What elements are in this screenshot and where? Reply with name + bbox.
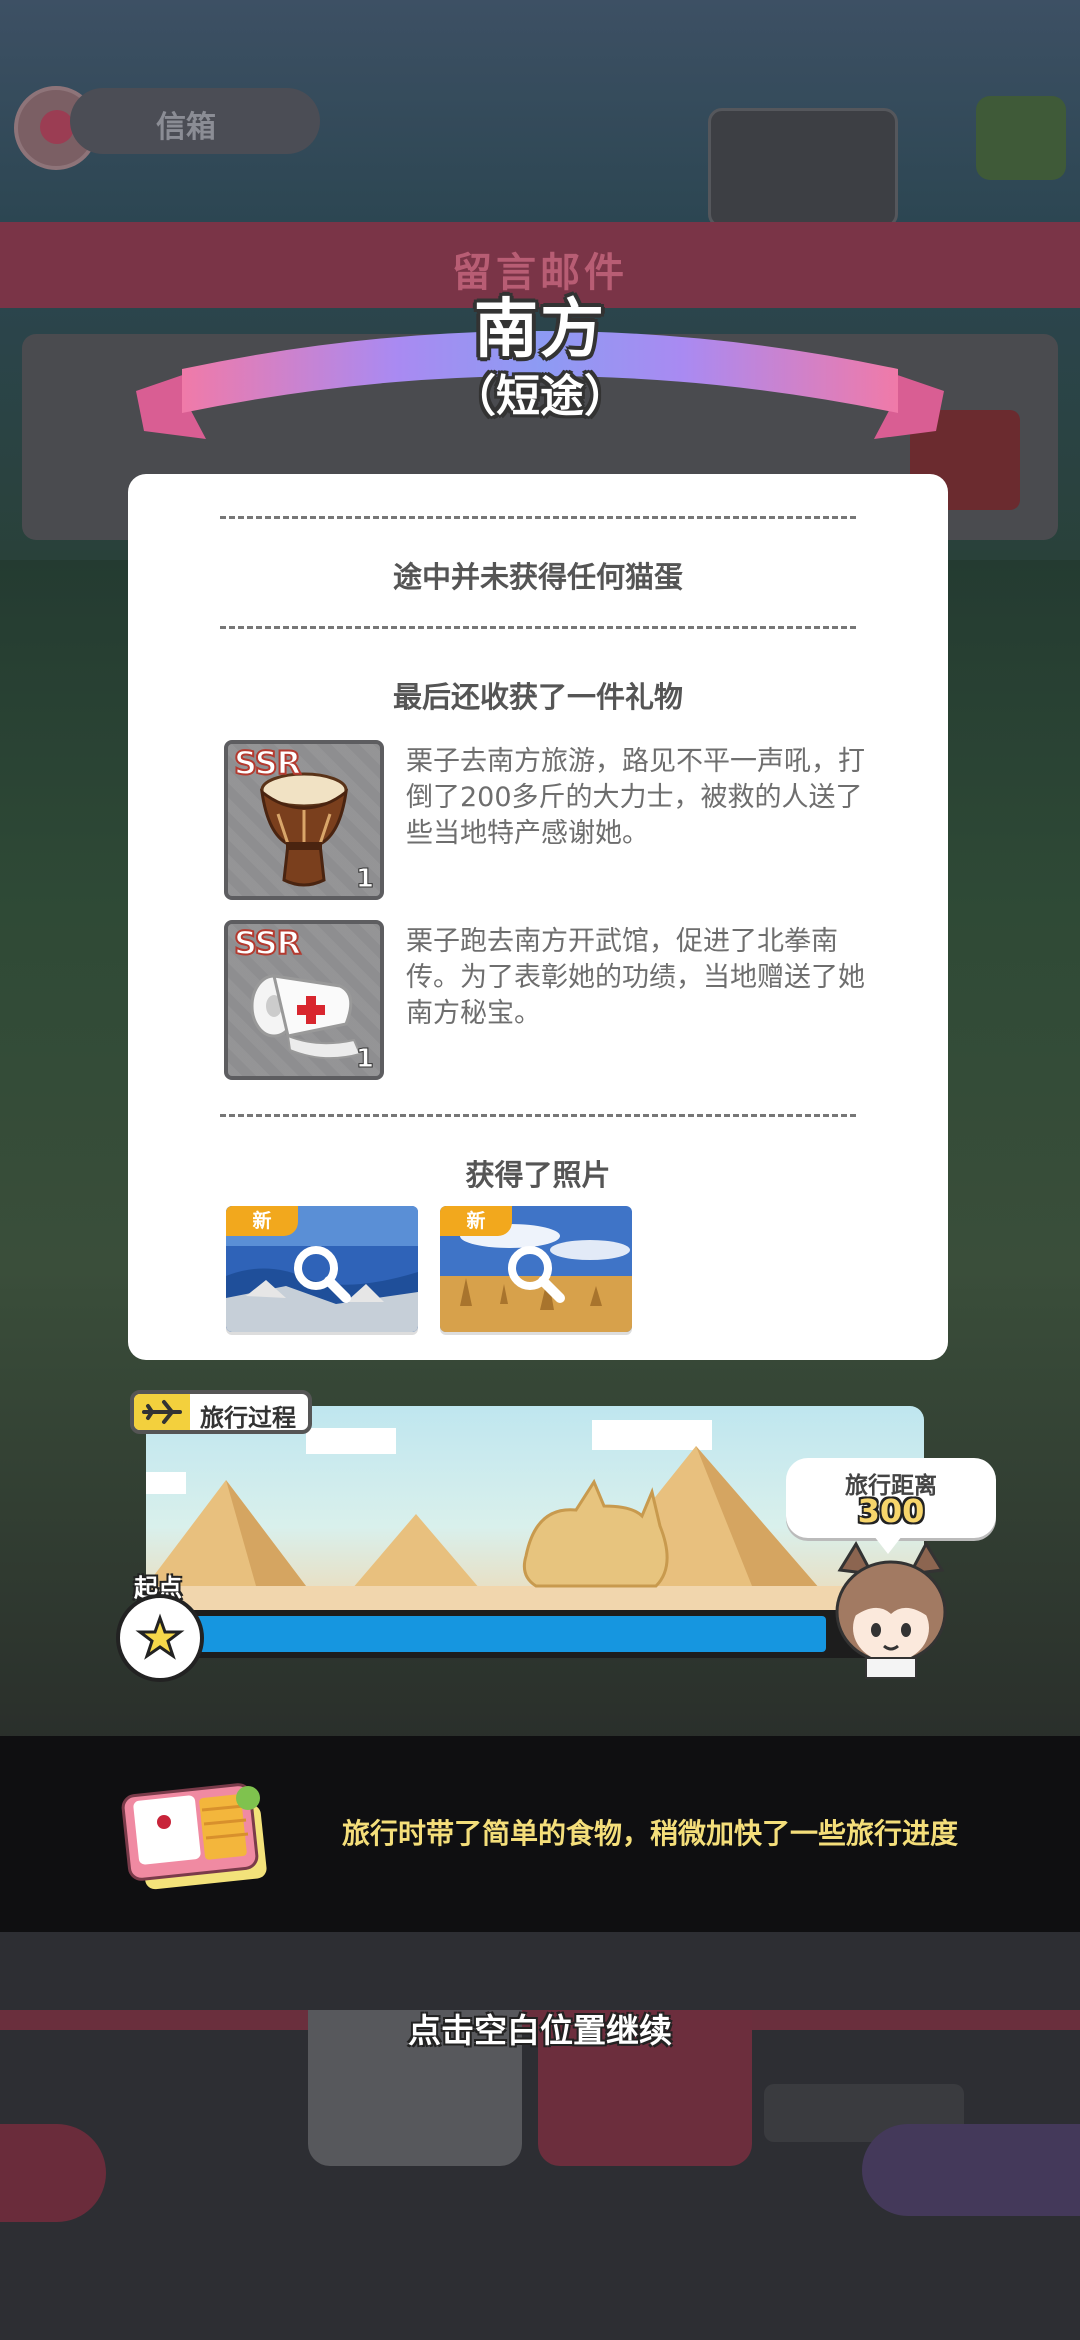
gift-description-1: 栗子去南方旅游，路见不平一声吼，打倒了200多斤的大力士，被救的人送了些当地特产… xyxy=(406,746,865,849)
food-message-text: 旅行时带了简单的食物，稍微加快了一些旅行进度 xyxy=(342,1817,959,1850)
travel-progress-fill xyxy=(162,1616,826,1652)
gift-section-title: 最后还收获了一件礼物 xyxy=(392,680,683,714)
lunchbox-icon xyxy=(121,1783,267,1890)
travel-progress-bar xyxy=(158,1610,888,1658)
destination-title: 南方 xyxy=(474,293,606,367)
divider xyxy=(220,626,856,629)
travel-process-label: 旅行过程 xyxy=(130,1390,312,1434)
background-menu-button[interactable] xyxy=(976,96,1066,180)
background-info-box xyxy=(708,108,898,228)
photo-section-title: 获得了照片 xyxy=(465,1158,611,1192)
egg-result-text: 途中并未获得任何猫蛋 xyxy=(392,560,683,594)
magnifier-icon xyxy=(294,1246,351,1303)
travel-process-text: 旅行过程 xyxy=(200,1404,296,1432)
new-badge: 新 xyxy=(226,1206,298,1236)
gift-item-2[interactable]: SSR 1 xyxy=(224,920,384,1080)
background-purple-button xyxy=(862,2124,1080,2216)
rarity-badge: SSR xyxy=(233,923,302,963)
photo-desert[interactable]: 新 xyxy=(440,1206,632,1332)
divider xyxy=(220,1114,856,1117)
back-button[interactable] xyxy=(0,2124,106,2222)
player-name: 信箱 xyxy=(156,110,216,145)
distance-bubble: 旅行距离 300 xyxy=(786,1458,996,1554)
continue-hint[interactable]: 点击空白位置继续 xyxy=(0,2004,1080,2052)
trip-type-subtitle: （短途） xyxy=(452,371,628,422)
gift-count: 1 xyxy=(355,1044,374,1075)
gift-item-1[interactable]: SSR 1 xyxy=(224,740,384,900)
player-name-pill[interactable]: 信箱 xyxy=(70,88,320,154)
plane-icon xyxy=(134,1394,190,1430)
magnifier-icon xyxy=(508,1246,565,1303)
rarity-badge: SSR xyxy=(233,743,302,783)
cat-girl-avatar xyxy=(835,1540,947,1679)
divider xyxy=(220,516,856,519)
star-icon xyxy=(135,1613,185,1660)
gift-description-2: 栗子跑去南方开武馆，促进了北拳南传。为了表彰她的功绩，当地赠送了她南方秘宝。 xyxy=(406,926,865,1029)
photo-harbor[interactable]: 新 xyxy=(226,1206,418,1332)
gift-count: 1 xyxy=(355,864,374,895)
start-marker xyxy=(116,1594,204,1682)
new-badge: 新 xyxy=(440,1206,512,1236)
distance-value: 300 xyxy=(857,1492,925,1530)
